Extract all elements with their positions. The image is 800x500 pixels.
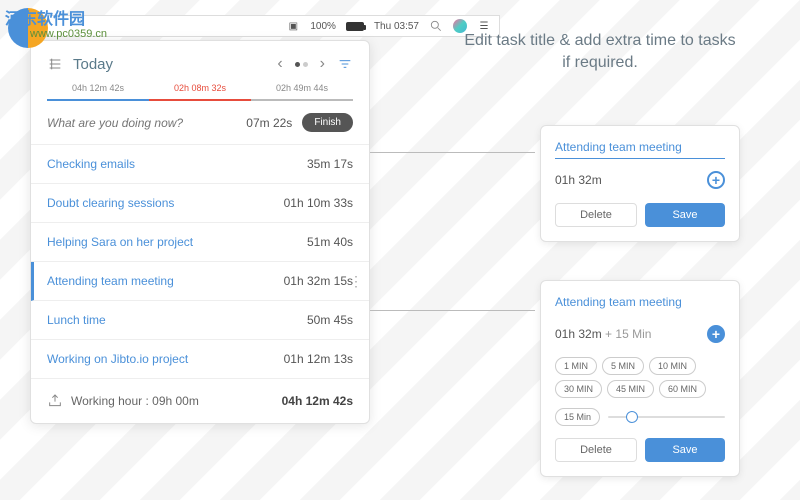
tracker-panel: Today ‹ › 04h 12m 42s 02h 08m 32s 02h 49… (30, 40, 370, 424)
task-row-selected[interactable]: Attending team meeting01h 32m 15s (31, 262, 369, 301)
watermark-url: www.pc0359.cn (30, 28, 107, 40)
panel-title: Today (73, 56, 113, 73)
segment-1[interactable]: 04h 12m 42s (47, 83, 149, 101)
chevron-left-icon[interactable]: ‹ (277, 55, 282, 73)
slider-value-chip: 15 Min (555, 408, 600, 426)
slider-thumb[interactable] (626, 411, 638, 423)
timeline-icon[interactable] (47, 56, 63, 72)
working-hour-label: Working hour : 09h 00m (71, 394, 199, 408)
panel-footer: Working hour : 09h 00m 04h 12m 42s (31, 379, 369, 423)
save-button[interactable]: Save (645, 203, 725, 227)
task-row[interactable]: Working on Jibto.io project01h 12m 13s (31, 340, 369, 379)
segment-3[interactable]: 02h 49m 44s (251, 83, 353, 101)
task-row[interactable]: Helping Sara on her project51m 40s (31, 223, 369, 262)
time-chip[interactable]: 5 MIN (602, 357, 644, 375)
current-elapsed: 07m 22s (246, 116, 292, 130)
time-chip[interactable]: 45 MIN (607, 380, 654, 398)
task-row[interactable]: Doubt clearing sessions01h 10m 33s (31, 184, 369, 223)
delete-button[interactable]: Delete (555, 203, 637, 227)
app-tray-icon[interactable]: ▣ (286, 19, 300, 33)
add-time-icon[interactable]: + (707, 171, 725, 189)
edit-time-value[interactable]: 01h 32m (555, 173, 602, 187)
finish-button[interactable]: Finish (302, 113, 353, 132)
page-dots[interactable] (295, 62, 308, 67)
time-chip[interactable]: 60 MIN (659, 380, 706, 398)
time-chip[interactable]: 30 MIN (555, 380, 602, 398)
time-chips: 1 MIN 5 MIN 10 MIN 30 MIN 45 MIN 60 MIN (555, 357, 725, 398)
delete-button[interactable]: Delete (555, 438, 637, 462)
edit-task-card-expanded: Attending team meeting 01h 32m + 15 Min … (540, 280, 740, 477)
menubar-datetime: Thu 03:57 (374, 21, 419, 32)
task-row[interactable]: Lunch time50m 45s (31, 301, 369, 340)
panel-header: Today ‹ › (31, 41, 369, 83)
edit-task-card: Attending team meeting 01h 32m + Delete … (540, 125, 740, 242)
current-task-row: 07m 22s Finish (31, 101, 369, 145)
battery-icon (346, 22, 364, 31)
extra-time-value: + 15 Min (605, 327, 651, 341)
segment-2[interactable]: 02h 08m 32s (149, 83, 251, 101)
edit-title-input[interactable]: Attending team meeting (555, 140, 725, 159)
feature-headline: Edit task title & add extra time to task… (460, 30, 740, 75)
edit-time-value: 01h 32m (555, 327, 602, 341)
battery-percent: 100% (310, 21, 336, 32)
edit-title-input[interactable]: Attending team meeting (555, 295, 725, 313)
chevron-right-icon[interactable]: › (320, 55, 325, 73)
watermark-title: 河东软件园 (5, 5, 85, 29)
time-chip[interactable]: 10 MIN (649, 357, 696, 375)
search-icon[interactable] (429, 19, 443, 33)
total-time: 04h 12m 42s (282, 394, 353, 408)
time-segments: 04h 12m 42s 02h 08m 32s 02h 49m 44s (31, 83, 369, 101)
time-slider[interactable] (608, 416, 725, 418)
connector-line (370, 310, 535, 311)
connector-line (370, 152, 535, 153)
task-row[interactable]: Checking emails35m 17s (31, 145, 369, 184)
filter-icon[interactable] (337, 56, 353, 72)
add-time-icon[interactable]: + (707, 325, 725, 343)
current-task-input[interactable] (47, 116, 236, 130)
time-chip[interactable]: 1 MIN (555, 357, 597, 375)
save-button[interactable]: Save (645, 438, 725, 462)
export-icon[interactable] (47, 393, 63, 409)
